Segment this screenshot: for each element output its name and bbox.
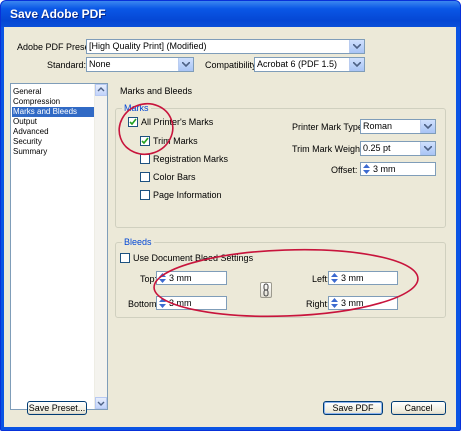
save-pdf-dialog: Save Adobe PDF Adobe PDF Preset: [High Q… — [0, 0, 461, 431]
dialog-client-area: Adobe PDF Preset: [High Quality Print] (… — [4, 27, 456, 427]
title-bar[interactable]: Save Adobe PDF — [1, 1, 460, 27]
window-title: Save Adobe PDF — [10, 7, 106, 21]
annotation-overlay — [118, 102, 419, 318]
annotation-ellipse-bleeds — [153, 248, 419, 318]
annotation-ellipse-marks — [118, 102, 174, 156]
